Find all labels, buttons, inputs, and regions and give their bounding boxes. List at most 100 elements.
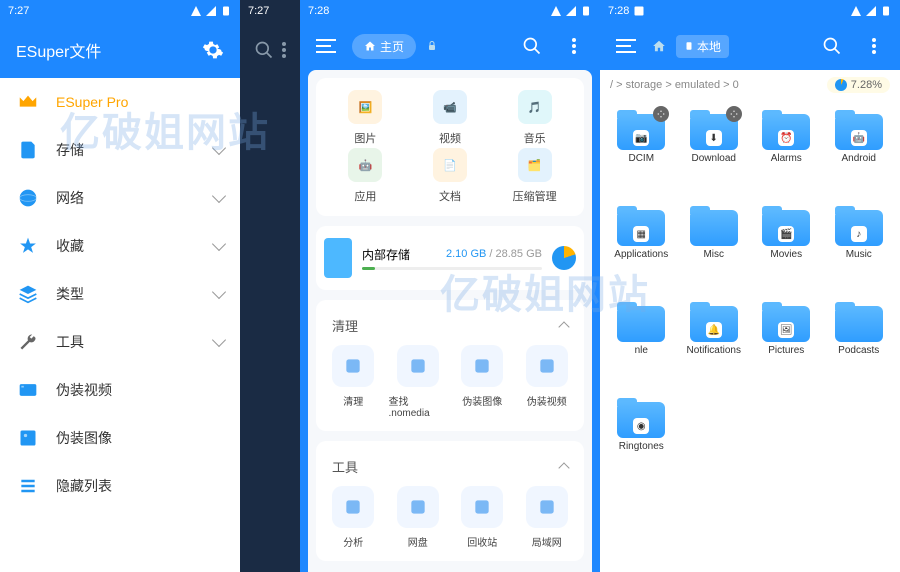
- menu-button[interactable]: [310, 30, 342, 62]
- tool-label: 清理: [343, 393, 363, 408]
- drawer-title: ESuper文件: [16, 38, 101, 62]
- home-panel: 7:28 主页 🖼️图片📹视频🎵音乐🤖应用📄文档🗂️压缩管理: [300, 0, 600, 572]
- layers-icon: [16, 282, 40, 306]
- category-item[interactable]: 🎵音乐: [493, 90, 576, 146]
- breadcrumb-path: / > storage > emulated > 0: [610, 79, 739, 91]
- movie-icon: 🎬: [778, 226, 794, 242]
- search-button[interactable]: [516, 30, 548, 62]
- tool-label: 网盘: [408, 534, 428, 549]
- more-icon[interactable]: [282, 42, 286, 58]
- tool-label: 分析: [343, 534, 363, 549]
- tool-item[interactable]: 分析: [324, 486, 383, 549]
- folder-icon: 🎬: [762, 206, 810, 246]
- tool-icon: [332, 345, 374, 387]
- folder-item[interactable]: ⬇ Download: [679, 110, 750, 204]
- home-tab[interactable]: 主页: [352, 34, 416, 59]
- phone-icon: [324, 238, 352, 278]
- hidden-toolbar: [240, 22, 300, 78]
- clean-grid: 清理 查找 .nomedia伪装图像伪装视频: [324, 345, 576, 419]
- drawer-item-label: 工具: [56, 332, 84, 352]
- drawer-item-list[interactable]: 隐藏列表: [0, 462, 240, 510]
- categories-card: 🖼️图片📹视频🎵音乐 🤖应用📄文档🗂️压缩管理: [316, 78, 584, 216]
- folder-item[interactable]: Podcasts: [824, 302, 895, 396]
- tool-item[interactable]: 伪装视频: [518, 345, 577, 419]
- tool-item[interactable]: 回收站: [453, 486, 512, 549]
- drawer-item-star[interactable]: 收藏: [0, 222, 240, 270]
- folder-icon: ♪: [835, 206, 883, 246]
- category-icon: 🎵: [518, 90, 552, 124]
- category-item[interactable]: 🤖应用: [324, 148, 407, 204]
- folder-name: Misc: [703, 249, 724, 260]
- chevron-down-icon: [212, 141, 226, 155]
- list-icon: [16, 474, 40, 498]
- breadcrumb-bar[interactable]: / > storage > emulated > 0 7.28%: [600, 70, 900, 100]
- tool-item[interactable]: 查找 .nomedia: [389, 345, 448, 419]
- drawer-item-layers[interactable]: 类型: [0, 270, 240, 318]
- menu-button[interactable]: [610, 30, 642, 62]
- category-item[interactable]: 📹视频: [409, 90, 492, 146]
- chevron-down-icon: [212, 189, 226, 203]
- folder-icon: 📷: [617, 110, 665, 150]
- status-time: 7:27: [248, 5, 269, 17]
- folder-name: Notifications: [687, 345, 741, 356]
- folder-item[interactable]: ⏰ Alarms: [751, 110, 822, 204]
- home-toolbar: 主页: [300, 22, 600, 70]
- folder-item[interactable]: ▦ Applications: [606, 206, 677, 300]
- folder-item[interactable]: 🎬 Movies: [751, 206, 822, 300]
- local-tab[interactable]: 本地: [676, 35, 729, 58]
- local-toolbar: 本地: [600, 22, 900, 70]
- folder-icon: ▦: [617, 206, 665, 246]
- folder-icon: 🔔: [690, 302, 738, 342]
- folder-item[interactable]: 🤖 Android: [824, 110, 895, 204]
- category-item[interactable]: 🗂️压缩管理: [493, 148, 576, 204]
- category-item[interactable]: 📄文档: [409, 148, 492, 204]
- tool-item[interactable]: 局域网: [518, 486, 577, 549]
- tool-item[interactable]: 伪装图像: [453, 345, 512, 419]
- category-icon: 📹: [433, 90, 467, 124]
- tool-item[interactable]: 清理: [324, 345, 383, 419]
- search-icon[interactable]: [254, 40, 274, 60]
- home-content: 🖼️图片📹视频🎵音乐 🤖应用📄文档🗂️压缩管理 内部存储 2.10 GB / 28…: [308, 70, 592, 572]
- image-notif-icon: [633, 5, 645, 17]
- tool-item[interactable]: 网盘: [389, 486, 448, 549]
- search-button[interactable]: [816, 30, 848, 62]
- alarm-icon: ⏰: [778, 130, 794, 146]
- drawer-item-fake-video[interactable]: 伪装视频: [0, 366, 240, 414]
- drawer-item-crown[interactable]: ESuper Pro: [0, 78, 240, 126]
- storage-label: 内部存储: [362, 246, 410, 263]
- drawer-item-globe[interactable]: 网络: [0, 174, 240, 222]
- folder-item[interactable]: nle: [606, 302, 677, 396]
- folder-item[interactable]: ◉ Ringtones: [606, 398, 677, 492]
- folder-icon: 🖼: [762, 302, 810, 342]
- folder-grid: 📷 DCIM ⬇ Download ⏰ Alarms 🤖 Android ▦ A…: [600, 100, 900, 572]
- tool-label: 伪装视频: [527, 393, 567, 408]
- pie-icon[interactable]: [552, 246, 576, 270]
- sdcard-icon: [16, 138, 40, 162]
- folder-item[interactable]: ♪ Music: [824, 206, 895, 300]
- tool-icon: [397, 345, 439, 387]
- drawer-item-sdcard[interactable]: 存储: [0, 126, 240, 174]
- folder-item[interactable]: 📷 DCIM: [606, 110, 677, 204]
- category-item[interactable]: 🖼️图片: [324, 90, 407, 146]
- home-tab-label: 主页: [380, 38, 404, 55]
- tool-icon: [526, 486, 568, 528]
- usage-badge[interactable]: 7.28%: [827, 77, 890, 93]
- home-icon[interactable]: [652, 39, 666, 53]
- collapse-icon[interactable]: [558, 462, 569, 473]
- folder-item[interactable]: 🔔 Notifications: [679, 302, 750, 396]
- folder-name: Pictures: [768, 345, 804, 356]
- collapse-icon[interactable]: [558, 321, 569, 332]
- drawer-item-fake-image[interactable]: 伪装图像: [0, 414, 240, 462]
- folder-item[interactable]: Misc: [679, 206, 750, 300]
- settings-icon[interactable]: [202, 39, 224, 61]
- storage-card[interactable]: 内部存储 2.10 GB / 28.85 GB: [316, 226, 584, 290]
- more-button[interactable]: [858, 30, 890, 62]
- usage-pct: 7.28%: [851, 79, 882, 91]
- categories-grid: 🖼️图片📹视频🎵音乐 🤖应用📄文档🗂️压缩管理: [324, 90, 576, 204]
- drawer-item-wrench[interactable]: 工具: [0, 318, 240, 366]
- drawer-item-label: 存储: [56, 140, 84, 160]
- more-button[interactable]: [558, 30, 590, 62]
- folder-item[interactable]: 🖼 Pictures: [751, 302, 822, 396]
- status-icons: [550, 5, 592, 17]
- apps-icon: ▦: [633, 226, 649, 242]
